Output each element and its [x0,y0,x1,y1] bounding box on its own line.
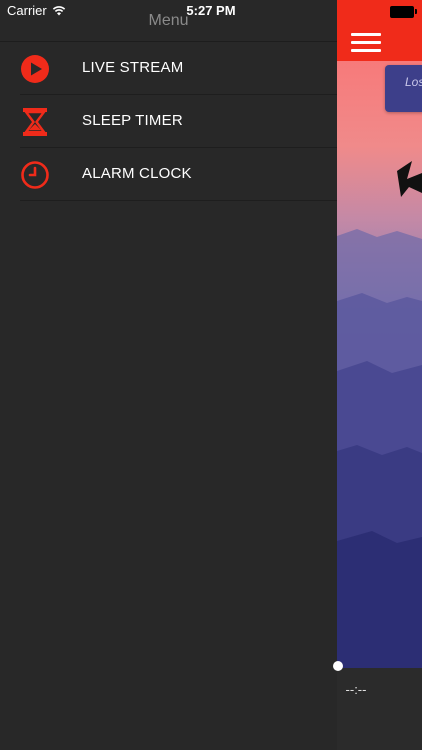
menu-item-sleep-timer[interactable]: SLEEP TIMER [0,95,337,148]
mountain-scenery [337,161,422,668]
station-logo-card: Los [385,65,422,112]
battery-icon [390,6,417,18]
station-logo-text: Los [405,75,422,89]
menu-item-alarm-clock[interactable]: ALARM CLOCK [0,148,337,201]
hourglass-icon [23,108,47,136]
progress-slider-thumb[interactable] [333,661,343,671]
clock-icon [21,161,49,189]
main-content-panel: Los [337,0,422,750]
menu-item-label: SLEEP TIMER [82,112,183,129]
menu-item-label: LIVE STREAM [82,59,184,76]
menu-item-live-stream[interactable]: LIVE STREAM [0,42,337,95]
play-circle-icon [21,55,49,83]
elapsed-time: --:-- [345,682,367,697]
hamburger-menu-icon[interactable] [351,33,381,53]
status-bar: Carrier 5:27 PM [0,0,422,22]
side-menu: Menu LIVE STREAM SLEEP TIMER ALARM CLOCK [0,0,337,750]
menu-item-label: ALARM CLOCK [82,165,192,182]
status-time: 5:27 PM [186,3,236,18]
menu-list: LIVE STREAM SLEEP TIMER ALARM CLOCK [0,42,337,201]
station-artwork: Los [337,61,422,668]
